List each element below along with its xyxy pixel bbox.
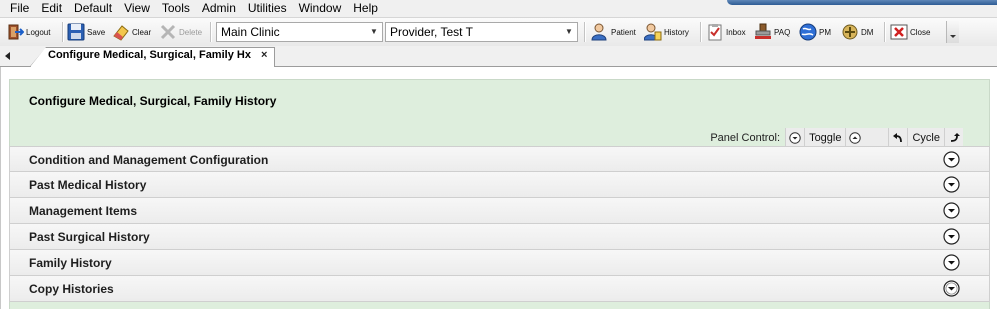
clipboard-check-icon <box>708 24 722 41</box>
toolbar-separator <box>700 22 702 42</box>
floppy-disk-icon <box>67 23 85 41</box>
undo-button[interactable] <box>888 128 908 148</box>
expand-all-button[interactable] <box>785 128 805 148</box>
section-label: Condition and Management Configuration <box>29 153 269 167</box>
section-condition-management-config[interactable]: Condition and Management Configuration <box>9 146 990 172</box>
section-management-items[interactable]: Management Items <box>9 198 990 224</box>
section-past-medical-history[interactable]: Past Medical History <box>9 172 990 198</box>
patient-label: Patient <box>611 27 636 37</box>
provider-select[interactable]: Provider, Test T ▼ <box>385 22 578 42</box>
save-label: Save <box>87 27 106 37</box>
save-button[interactable]: Save <box>67 22 105 42</box>
chevron-down-icon[interactable]: ▼ <box>367 24 381 40</box>
clear-label: Clear <box>132 27 152 37</box>
delete-button[interactable]: Delete <box>159 22 202 42</box>
menu-tools[interactable]: Tools <box>156 1 196 15</box>
inbox-label: Inbox <box>726 27 746 37</box>
patient-icon <box>591 23 607 41</box>
chevron-down-icon[interactable]: ▼ <box>562 24 576 40</box>
close-label: Close <box>910 27 931 37</box>
provider-select-value: Provider, Test T <box>390 25 473 39</box>
dm-label: DM <box>861 27 874 37</box>
history-icon <box>644 23 662 41</box>
toolbar-separator <box>62 22 64 42</box>
inbox-button[interactable]: Inbox <box>706 22 746 42</box>
collapse-all-button[interactable] <box>845 128 865 148</box>
patient-button[interactable]: Patient <box>591 22 636 42</box>
pm-button[interactable]: PM <box>799 22 831 42</box>
circle-chevron-down-icon[interactable] <box>943 254 960 271</box>
history-button[interactable]: History <box>644 22 689 42</box>
delete-label: Delete <box>179 27 203 37</box>
cycle-button[interactable]: Cycle <box>907 128 944 148</box>
section-label: Family History <box>29 256 112 270</box>
logout-icon <box>8 24 24 40</box>
section-past-surgical-history[interactable]: Past Surgical History <box>9 224 990 250</box>
menu-view[interactable]: View <box>118 1 156 15</box>
circle-chevron-down-icon[interactable] <box>943 202 960 219</box>
menu-help[interactable]: Help <box>347 1 384 15</box>
stamp-icon <box>755 23 771 39</box>
main-content: Configure Medical, Surgical, Family Hist… <box>0 67 997 309</box>
eraser-icon <box>113 25 129 41</box>
section-label: Past Surgical History <box>29 230 150 244</box>
window-titlebar-accent <box>727 0 997 5</box>
clinic-select[interactable]: Main Clinic ▼ <box>216 22 383 42</box>
paq-label: PAQ <box>774 27 791 37</box>
page-title: Configure Medical, Surgical, Family Hist… <box>29 94 277 108</box>
menu-edit[interactable]: Edit <box>35 1 68 15</box>
circle-chevron-down-icon[interactable] <box>943 228 960 245</box>
circle-chevron-down-icon[interactable] <box>943 176 960 193</box>
logout-label: Logout <box>26 27 51 37</box>
cycle-action-button[interactable] <box>944 128 963 148</box>
clinic-select-value: Main Clinic <box>221 25 280 39</box>
toolbar-separator <box>584 22 586 42</box>
dm-button[interactable]: DM <box>841 22 873 42</box>
tab-configure-history-label: Configure Medical, Surgical, Family Hx <box>48 49 251 61</box>
paq-button[interactable]: PAQ <box>754 22 790 42</box>
circle-chevron-down-icon <box>789 132 801 144</box>
history-sections: Condition and Management Configuration P… <box>9 146 990 302</box>
panel-control-label: Panel Control: <box>710 132 781 144</box>
document-management-icon <box>842 24 858 40</box>
tab-close-icon[interactable]: × <box>261 49 267 61</box>
menu-file[interactable]: File <box>0 1 35 15</box>
section-copy-histories[interactable]: Copy Histories <box>9 276 990 302</box>
section-label: Copy Histories <box>29 282 114 296</box>
toggle-button[interactable]: Toggle <box>804 128 846 148</box>
logout-button[interactable]: Logout <box>6 22 50 42</box>
menu-window[interactable]: Window <box>293 1 348 15</box>
delete-x-icon <box>160 24 176 40</box>
circle-chevron-down-icon[interactable] <box>943 151 960 168</box>
section-label: Past Medical History <box>29 178 147 192</box>
clear-button[interactable]: Clear <box>112 22 151 42</box>
menu-default[interactable]: Default <box>68 1 118 15</box>
section-family-history[interactable]: Family History <box>9 250 990 276</box>
pm-label: PM <box>819 27 831 37</box>
redo-arrow-icon <box>950 133 960 142</box>
close-window-icon <box>890 24 908 40</box>
toolbar-overflow-button[interactable] <box>946 21 959 43</box>
undo-arrow-icon <box>893 133 903 143</box>
document-tab-strip: Configure Medical, Surgical, Family Hx × <box>0 46 997 67</box>
close-button[interactable]: Close <box>890 22 930 42</box>
history-label: History <box>664 27 689 37</box>
tab-scroll-left-icon[interactable] <box>2 48 14 64</box>
globe-icon <box>799 23 817 41</box>
circle-chevron-down-icon[interactable] <box>943 280 960 297</box>
toolbar-separator <box>210 22 212 42</box>
toolbar-separator <box>884 22 886 42</box>
main-toolbar: Logout Save Clear Delete Main Clinic ▼ P… <box>0 17 997 47</box>
menu-admin[interactable]: Admin <box>196 1 242 15</box>
section-label: Management Items <box>29 204 138 218</box>
menu-utilities[interactable]: Utilities <box>242 1 293 15</box>
circle-chevron-up-icon <box>849 132 862 144</box>
panel-control-spacer <box>864 128 889 148</box>
